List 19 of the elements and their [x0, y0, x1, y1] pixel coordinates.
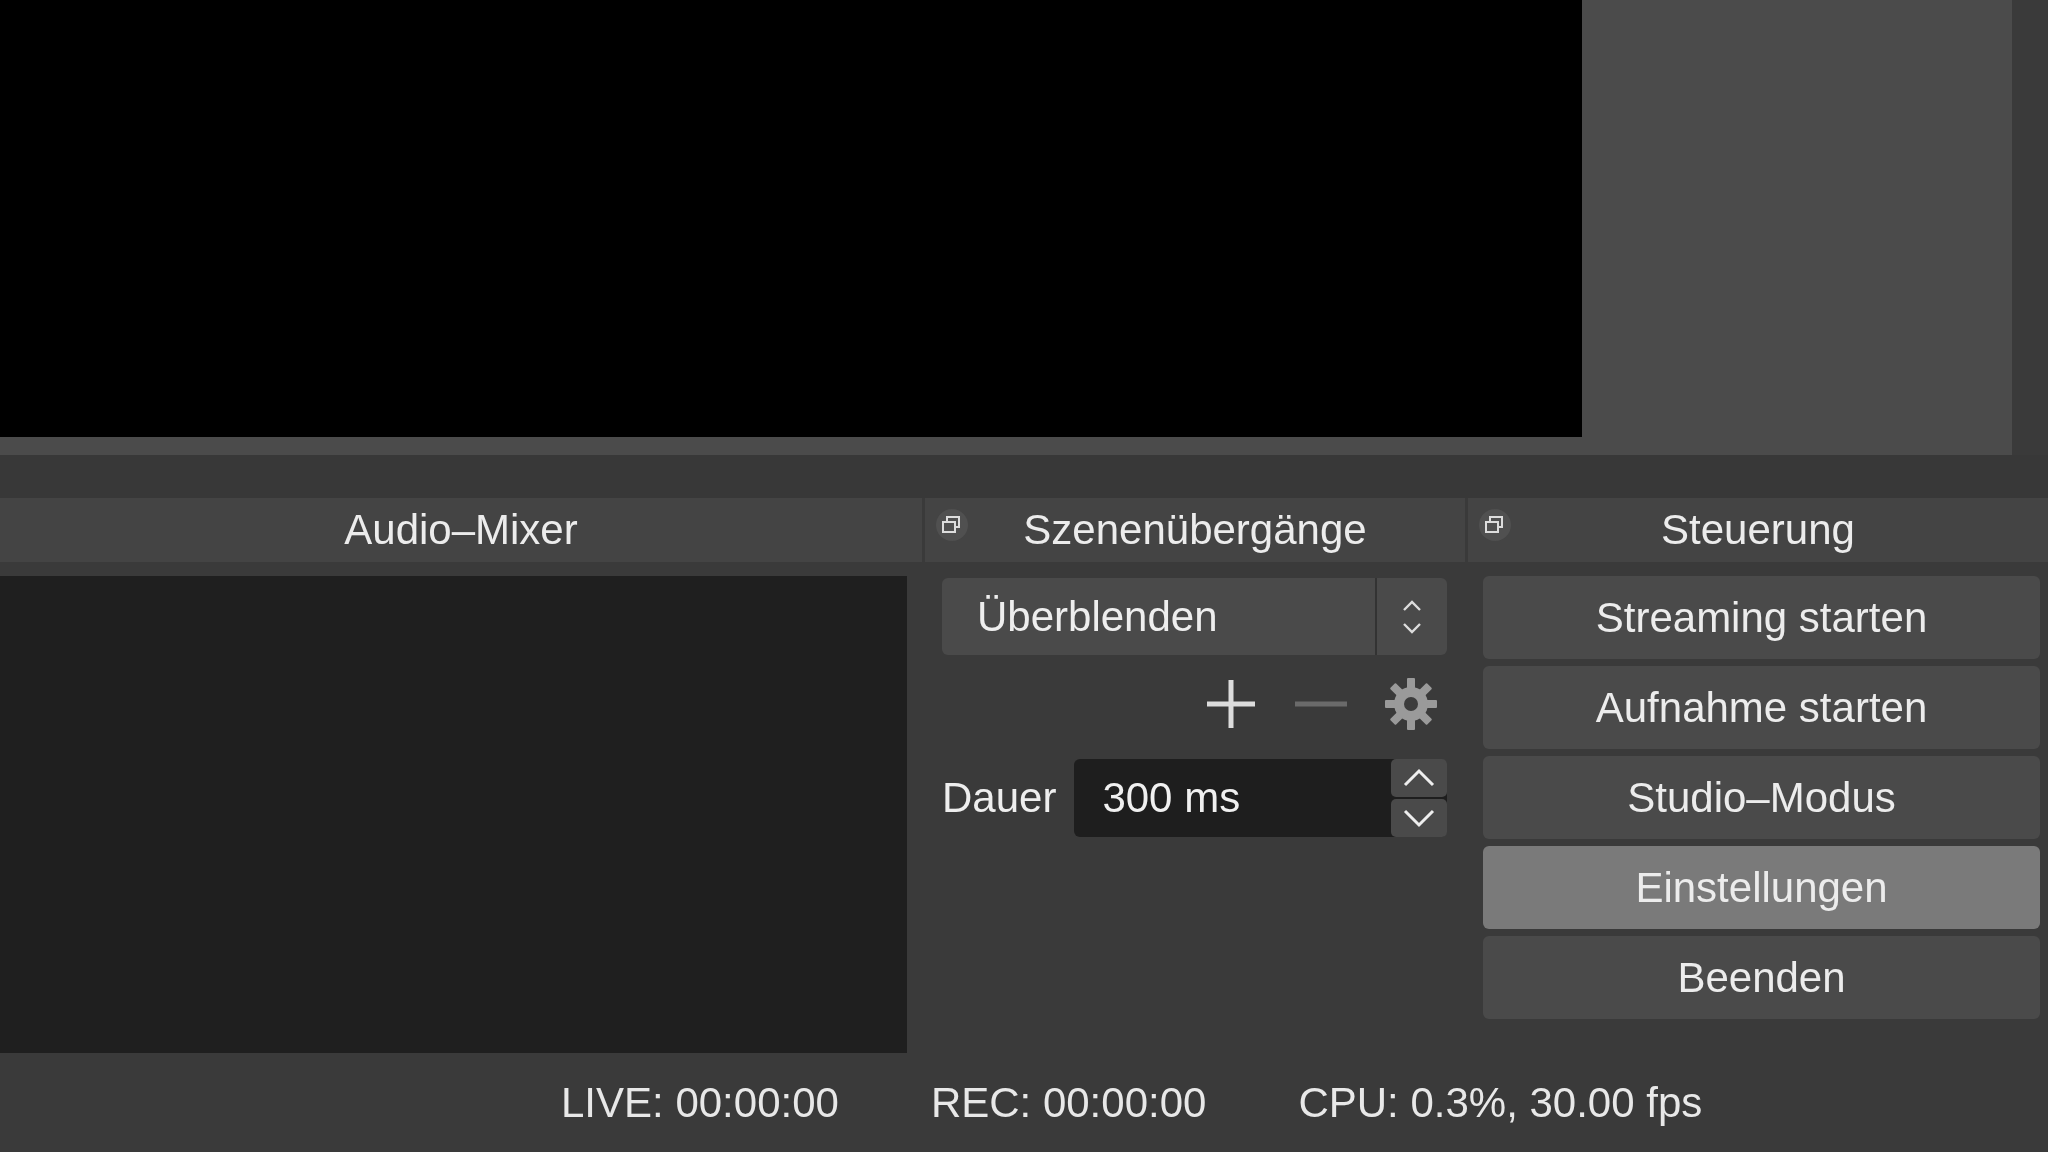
dock-title: Steuerung: [1661, 506, 1855, 554]
duration-field[interactable]: 300 ms: [1074, 759, 1447, 837]
status-text: CPU: 0.3%, 30.00 fps: [1298, 1078, 1703, 1127]
control-button[interactable]: Aufnahme starten: [1483, 666, 2040, 749]
transition-select[interactable]: Überblenden: [942, 578, 1447, 655]
dock-title: Audio–Mixer: [344, 506, 578, 554]
control-button[interactable]: Einstellungen: [1483, 846, 2040, 929]
undock-icon[interactable]: [1478, 508, 1512, 542]
duration-label: Dauer: [942, 774, 1057, 822]
chevron-up-icon[interactable]: [1391, 759, 1447, 797]
status-text: LIVE: 00:00:00: [561, 1078, 839, 1127]
dock-title: Szenenübergänge: [1023, 506, 1367, 554]
chevron-down-icon[interactable]: [1391, 799, 1447, 837]
status-text: REC: 00:00:00: [930, 1078, 1207, 1127]
undock-icon[interactable]: [935, 508, 969, 542]
control-button[interactable]: Beenden: [1483, 936, 2040, 1019]
control-button[interactable]: Streaming starten: [1483, 576, 2040, 659]
gear-icon[interactable]: [1383, 676, 1439, 732]
control-button[interactable]: Studio–Modus: [1483, 756, 2040, 839]
